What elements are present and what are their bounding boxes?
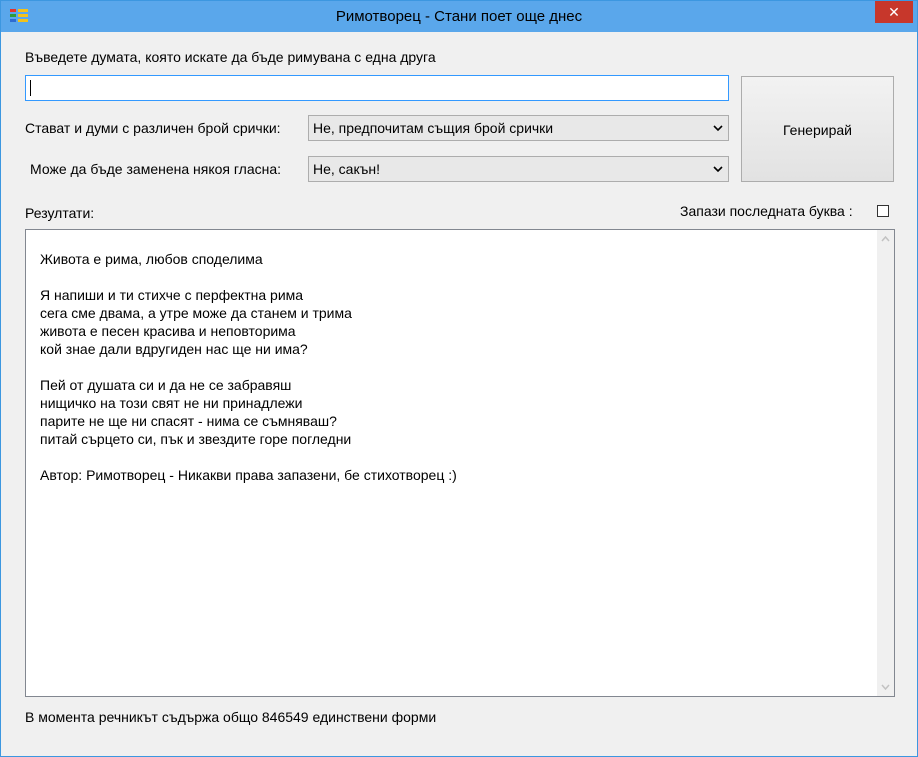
app-window: Римотворец - Стани поет още днес ✕ Въвед… <box>0 0 918 757</box>
status-text: В момента речникът съдържа общо 846549 е… <box>25 709 437 725</box>
results-label: Резултати: <box>25 205 95 221</box>
results-scrollbar[interactable] <box>877 230 894 696</box>
keep-last-letter-checkbox[interactable] <box>877 205 889 217</box>
window-title: Римотворец - Стани поет още днес <box>335 8 583 25</box>
chevron-down-icon <box>713 166 723 173</box>
syllables-label: Стават и думи с различен брой срички: <box>25 120 281 136</box>
title-bar[interactable]: Римотворец - Стани поет още днес ✕ <box>1 1 917 32</box>
syllables-select[interactable]: Не, предпочитам същия брой срички <box>308 115 729 141</box>
results-text: Живота е рима, любов споделима Я напиши … <box>40 251 457 483</box>
results-textbox[interactable]: Живота е рима, любов споделима Я напиши … <box>25 229 895 697</box>
chevron-down-icon <box>713 125 723 132</box>
generate-button-label: Генерирай <box>783 122 852 138</box>
text-caret <box>30 80 31 96</box>
word-input[interactable] <box>25 75 729 101</box>
scroll-down-icon[interactable] <box>879 682 892 692</box>
word-prompt-label: Въведете думата, която искате да бъде ри… <box>25 49 436 65</box>
generate-button[interactable]: Генерирай <box>741 76 894 182</box>
vowel-select[interactable]: Не, сакън! <box>308 156 729 182</box>
close-icon[interactable]: ✕ <box>875 1 913 23</box>
vowel-selected-value: Не, сакън! <box>313 161 380 177</box>
syllables-selected-value: Не, предпочитам същия брой срички <box>313 120 554 136</box>
keep-last-letter-label: Запази последната буква : <box>680 203 853 219</box>
client-area: Въведете думата, която искате да бъде ри… <box>8 32 910 751</box>
scroll-up-icon[interactable] <box>879 234 892 244</box>
vowel-label: Може да бъде заменена някоя гласна: <box>30 161 282 177</box>
